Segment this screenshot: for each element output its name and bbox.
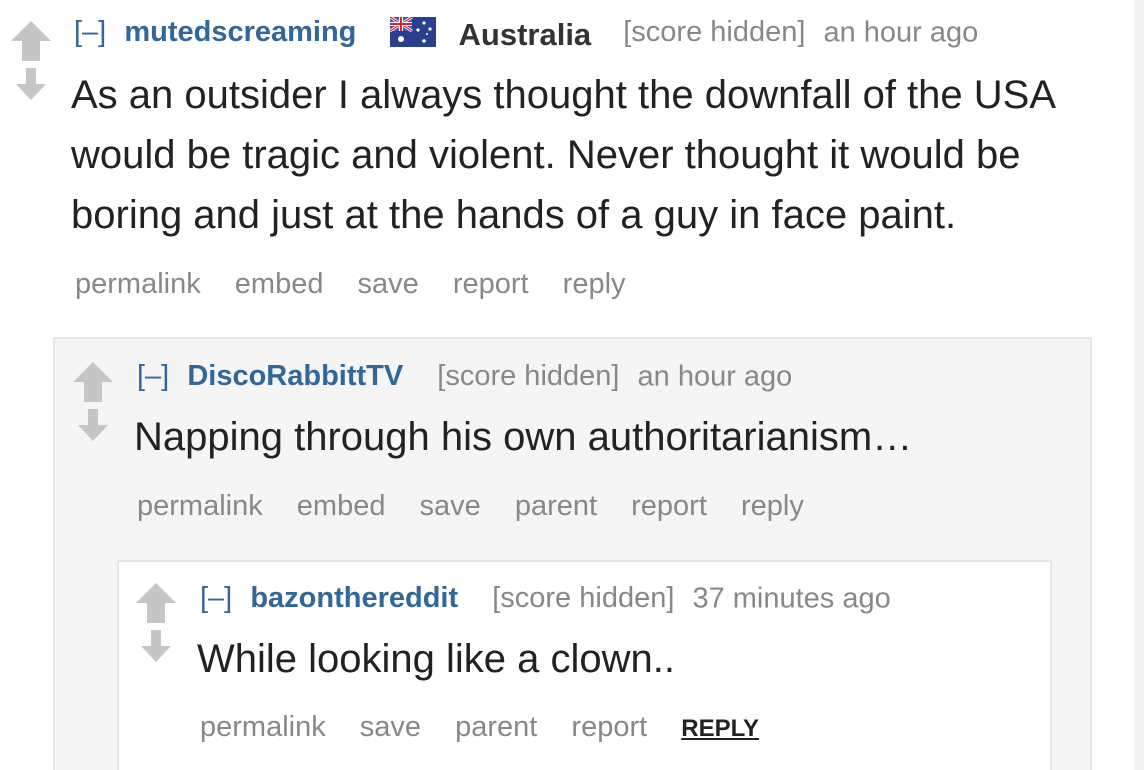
permalink-button[interactable]: permalink xyxy=(137,490,263,522)
report-button[interactable]: report xyxy=(571,711,647,743)
downvote-arrow-icon[interactable] xyxy=(16,68,46,100)
collapse-toggle[interactable]: [–] xyxy=(137,360,169,392)
comment-actions: permalink embed save parent report reply xyxy=(137,489,830,523)
report-button[interactable]: report xyxy=(453,268,529,300)
save-button[interactable]: save xyxy=(358,268,419,300)
user-flair: Australia xyxy=(458,17,592,53)
embed-button[interactable]: embed xyxy=(297,490,386,522)
australia-flag-icon xyxy=(389,16,437,48)
comment-thread: [–] mutedscreaming Australia [score hidd… xyxy=(0,0,1144,770)
save-button[interactable]: save xyxy=(360,711,421,743)
author-link[interactable]: mutedscreaming xyxy=(124,16,356,48)
timestamp: an hour ago xyxy=(823,16,979,49)
comment-mutedscreaming: [–] mutedscreaming Australia [score hidd… xyxy=(0,0,1134,320)
reply-button[interactable]: REPLY xyxy=(681,715,759,742)
scrollbar-track[interactable] xyxy=(1134,0,1144,770)
comment-actions: permalink embed save report reply xyxy=(75,267,652,301)
score-label: [score hidden] xyxy=(623,16,806,49)
collapse-toggle[interactable]: [–] xyxy=(74,16,106,48)
timestamp: an hour ago xyxy=(637,360,793,393)
permalink-button[interactable]: permalink xyxy=(200,711,326,743)
save-button[interactable]: save xyxy=(420,490,481,522)
report-button[interactable]: report xyxy=(631,490,707,522)
nested-comment-container: [–] bazonthereddit [score hidden] 37 min… xyxy=(117,560,1052,770)
comment-bazonthereddit: [–] bazonthereddit [score hidden] 37 min… xyxy=(119,562,1050,770)
reply-button[interactable]: reply xyxy=(741,490,804,522)
parent-button[interactable]: parent xyxy=(455,711,537,743)
parent-button[interactable]: parent xyxy=(515,490,597,522)
author-link[interactable]: DiscoRabbittTV xyxy=(187,360,403,392)
embed-button[interactable]: embed xyxy=(235,268,324,300)
upvote-arrow-icon[interactable] xyxy=(135,582,177,624)
score-label: [score hidden] xyxy=(437,360,620,393)
author-link[interactable]: bazonthereddit xyxy=(250,582,458,614)
collapse-toggle[interactable]: [–] xyxy=(200,582,232,614)
comment-tagline: [–] mutedscreaming Australia [score hidd… xyxy=(74,14,979,53)
comment-discorabbitttv: [–] DiscoRabbittTV [score hidden] an hou… xyxy=(55,339,1090,549)
comment-tagline: [–] DiscoRabbittTV [score hidden] an hou… xyxy=(137,358,792,393)
reply-button[interactable]: reply xyxy=(563,268,626,300)
comment-body: Napping through his own authoritarianism… xyxy=(134,415,913,459)
nested-comment-container: [–] DiscoRabbittTV [score hidden] an hou… xyxy=(53,337,1092,770)
score-label: [score hidden] xyxy=(492,582,675,615)
timestamp: 37 minutes ago xyxy=(692,582,891,615)
downvote-arrow-icon[interactable] xyxy=(141,630,171,662)
downvote-arrow-icon[interactable] xyxy=(78,409,108,441)
comment-tagline: [–] bazonthereddit [score hidden] 37 min… xyxy=(200,580,891,615)
permalink-button[interactable]: permalink xyxy=(75,268,201,300)
comment-body: As an outsider I always thought the down… xyxy=(71,73,1054,237)
comment-body: While looking like a clown.. xyxy=(197,637,675,681)
upvote-arrow-icon[interactable] xyxy=(72,361,114,403)
upvote-arrow-icon[interactable] xyxy=(10,20,52,62)
comment-actions: permalink save parent report REPLY xyxy=(200,710,785,746)
